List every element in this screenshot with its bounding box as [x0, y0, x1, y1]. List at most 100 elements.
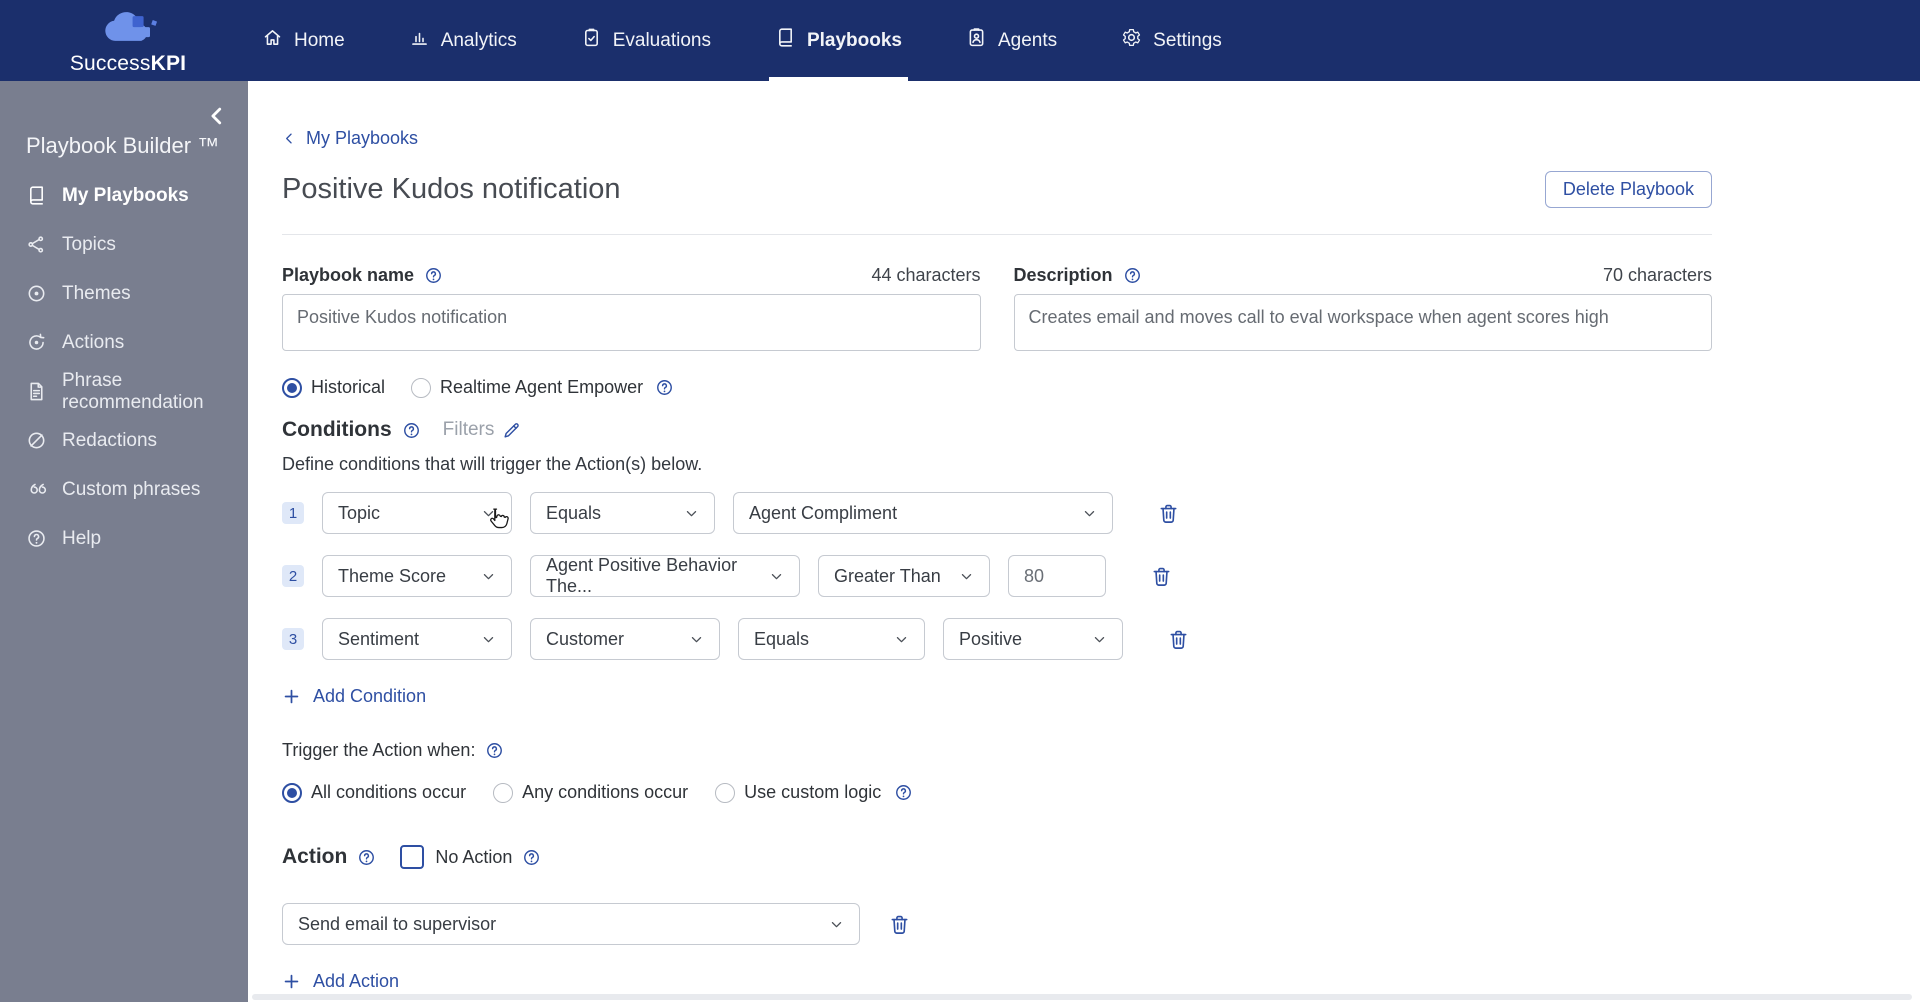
add-condition-label: Add Condition: [313, 686, 427, 706]
chevron-down-icon: [959, 569, 974, 584]
condition-select[interactable]: Topic: [322, 492, 512, 534]
radio-label: Any conditions occur: [522, 782, 689, 802]
nav-item-playbooks[interactable]: Playbooks: [768, 0, 909, 81]
horizontal-scrollbar[interactable]: [252, 994, 1912, 1000]
radio-any-conditions-occur[interactable]: Any conditions occur: [493, 782, 688, 803]
condition-rows: 1 Topic Equals Agent Compliment 2 Theme Score…: [282, 492, 1712, 660]
chevron-down-icon: [894, 632, 909, 647]
trigger-label: Trigger the Action when:: [282, 740, 476, 760]
select-value: Agent Positive Behavior The...: [546, 555, 738, 596]
select-value: Theme Score: [338, 565, 447, 586]
sidebar-item-label: Themes: [62, 282, 131, 304]
condition-select[interactable]: Equals: [530, 492, 715, 534]
delete-condition-button[interactable]: [1150, 565, 1173, 588]
sidebar-item-topics[interactable]: Topics: [0, 220, 248, 269]
nav-item-analytics[interactable]: Analytics: [403, 0, 523, 81]
action-select[interactable]: Send email to supervisor: [282, 903, 860, 945]
sidebar-item-actions[interactable]: Actions: [0, 318, 248, 367]
nav-item-label: Agents: [998, 29, 1058, 51]
chevron-down-icon: [1082, 506, 1097, 521]
add-condition-button[interactable]: Add Condition: [282, 686, 426, 707]
divider: [282, 234, 1712, 235]
condition-select[interactable]: Positive: [943, 618, 1123, 660]
phrase-icon: [26, 381, 47, 402]
radio-historical[interactable]: Historical: [282, 377, 385, 398]
question-icon[interactable]: [357, 848, 376, 867]
sidebar-list: My Playbooks Topics Themes Actions Phrase re…: [0, 171, 248, 563]
sidebar-item-custom-phrases[interactable]: Custom phrases: [0, 465, 248, 514]
condition-value-input[interactable]: [1008, 555, 1106, 597]
radio-realtime-agent-empower[interactable]: Realtime Agent Empower: [411, 377, 643, 398]
radio-circle: [493, 782, 514, 803]
select-value: Agent Compliment: [749, 502, 898, 523]
nav-item-agents[interactable]: Agents: [960, 0, 1063, 81]
condition-select[interactable]: Agent Positive Behavior The...: [530, 555, 800, 597]
condition-row: 1 Topic Equals Agent Compliment: [282, 492, 1712, 534]
playbook-name-label: Playbook name: [282, 265, 415, 285]
radio-use-custom-logic[interactable]: Use custom logic: [715, 782, 881, 803]
condition-number-badge: 2: [282, 565, 304, 587]
condition-select[interactable]: Equals: [738, 618, 925, 660]
nav-item-label: Playbooks: [806, 29, 902, 51]
sidebar-item-label: Phrase recommendation: [62, 369, 204, 413]
condition-select[interactable]: Customer: [530, 618, 720, 660]
form-row: Playbook name 44 characters Positive Kud…: [282, 265, 1712, 351]
delete-condition-button[interactable]: [1167, 628, 1190, 651]
action-rows: Send email to supervisor: [282, 903, 1712, 945]
select-value: Equals: [754, 628, 810, 649]
radio-circle: [282, 377, 302, 398]
no-action-checkbox[interactable]: [400, 845, 425, 869]
nav-item-label: Home: [294, 29, 345, 51]
description-input[interactable]: Creates email and moves call to eval wor…: [1013, 294, 1712, 351]
breadcrumb[interactable]: My Playbooks: [282, 128, 418, 149]
sidebar: Playbook Builder ™ My Playbooks Topics The…: [0, 81, 248, 1002]
sidebar-item-phrase-recommendation[interactable]: Phrase recommendation: [0, 367, 248, 416]
condition-select[interactable]: Theme Score: [322, 555, 512, 597]
nav-item-label: Analytics: [440, 29, 517, 51]
nav-item-home[interactable]: Home: [256, 0, 351, 81]
delete-playbook-button[interactable]: Delete Playbook: [1544, 171, 1712, 208]
add-action-label: Add Action: [313, 971, 400, 991]
add-action-button[interactable]: Add Action: [282, 971, 399, 992]
question-icon[interactable]: [655, 378, 674, 397]
name-char-count: 44 characters: [871, 265, 981, 285]
playbook-name-input[interactable]: Positive Kudos notification: [282, 294, 981, 351]
nav-item-label: Evaluations: [612, 29, 711, 51]
radio-label: Realtime Agent Empower: [440, 377, 644, 397]
question-icon[interactable]: [424, 266, 443, 285]
nav-item-settings[interactable]: Settings: [1115, 0, 1228, 81]
actions-icon: [26, 332, 47, 353]
sidebar-item-themes[interactable]: Themes: [0, 269, 248, 318]
trigger-label-row: Trigger the Action when:: [282, 740, 1712, 761]
sidebar-item-redactions[interactable]: Redactions: [0, 416, 248, 465]
agents-icon: [966, 27, 987, 54]
radio-all-conditions-occur[interactable]: All conditions occur: [282, 782, 466, 803]
title-row: Positive Kudos notification Delete Playb…: [282, 171, 1712, 208]
question-icon[interactable]: [485, 741, 504, 760]
main-content: My Playbooks Positive Kudos notification…: [248, 81, 1920, 1002]
successkpi-logo[interactable]: SuccessKPI: [60, 6, 196, 76]
label-row: Playbook name 44 characters: [282, 265, 981, 286]
question-icon[interactable]: [402, 421, 421, 440]
select-value: Equals: [546, 502, 602, 523]
condition-select[interactable]: Greater Than: [818, 555, 990, 597]
condition-select[interactable]: Sentiment: [322, 618, 512, 660]
sidebar-item-help[interactable]: Help: [0, 514, 248, 563]
delete-condition-button[interactable]: [1157, 502, 1180, 525]
delete-action-button[interactable]: [888, 913, 911, 936]
question-icon[interactable]: [894, 783, 913, 802]
description-char-count: 70 characters: [1602, 265, 1712, 285]
nav-item-evaluations[interactable]: Evaluations: [575, 0, 717, 81]
chevron-down-icon: [689, 632, 704, 647]
radio-circle: [715, 782, 736, 803]
sidebar-item-label: Redactions: [62, 429, 158, 451]
condition-number-badge: 3: [282, 628, 304, 650]
sidebar-item-my-playbooks[interactable]: My Playbooks: [0, 171, 248, 220]
sidebar-collapse-icon[interactable]: [206, 105, 228, 127]
conditions-subtext: Define conditions that will trigger the …: [282, 454, 703, 474]
edit-filters-pencil-icon[interactable]: [502, 421, 521, 440]
question-icon[interactable]: [1123, 266, 1142, 285]
condition-select[interactable]: Agent Compliment: [733, 492, 1113, 534]
playbook-name-field: Playbook name 44 characters Positive Kud…: [282, 265, 981, 351]
question-icon[interactable]: [522, 848, 541, 867]
